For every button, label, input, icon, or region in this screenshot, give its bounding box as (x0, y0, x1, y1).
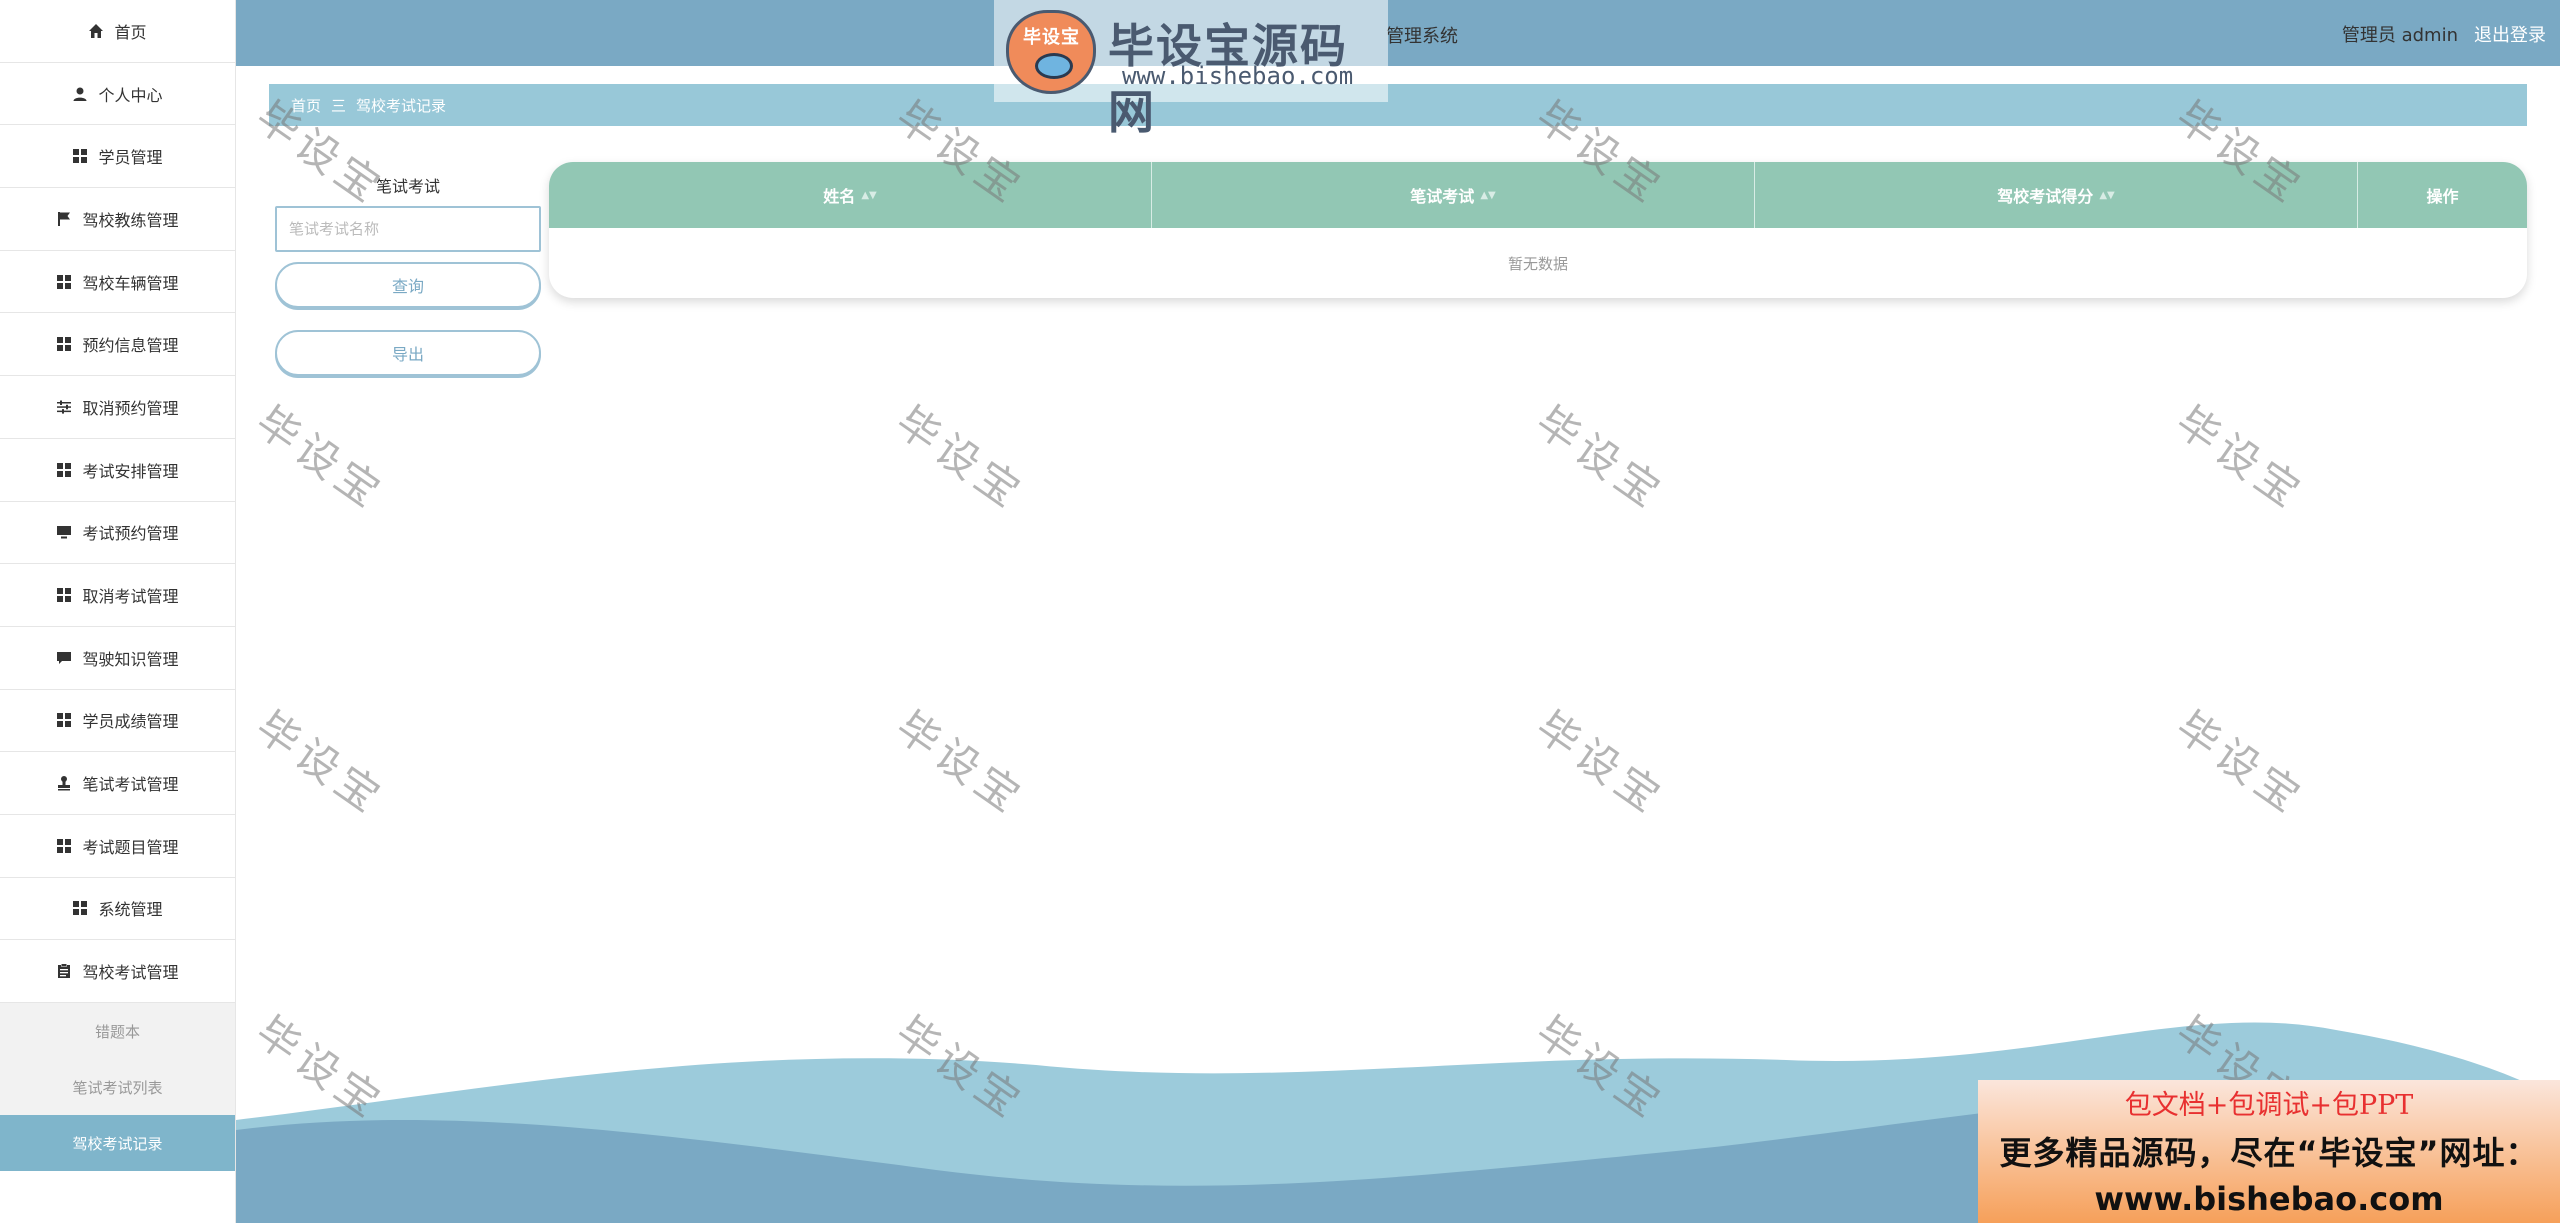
query-button[interactable]: 查询 (275, 262, 541, 308)
sidebar-item-system[interactable]: 系统管理 (0, 878, 235, 941)
column-header-name[interactable]: 姓名 ▲▼ (549, 162, 1152, 228)
sidebar-item-label: 驾驶知识管理 (82, 649, 179, 669)
watermark-text: 毕设宝 (2167, 701, 2314, 825)
sidebar-item-exam-reservations[interactable]: 考试预约管理 (0, 502, 235, 565)
watermark-mascot-icon: 毕设宝 (1006, 10, 1096, 94)
breadcrumb: 首页 三 驾校考试记录 (269, 84, 2527, 126)
watermark-text: 毕设宝 (887, 396, 1034, 520)
breadcrumb-home[interactable]: 首页 (291, 95, 321, 116)
sidebar-item-written-exams[interactable]: 笔试考试管理 (0, 752, 235, 815)
watermark-ring (1035, 53, 1073, 79)
column-header-score[interactable]: 驾校考试得分 ▲▼ (1755, 162, 2358, 228)
column-header-label: 姓名 (823, 187, 856, 206)
grid-icon (56, 274, 72, 290)
sidebar-item-label: 考试题目管理 (82, 837, 179, 857)
watermark-text: 毕设宝 (2167, 396, 2314, 520)
watermark-logo: 毕设宝 毕设宝源码网 www.bishebao.com (994, 0, 1388, 139)
sidebar-item-label: 驾校教练管理 (82, 210, 179, 230)
sidebar-item-label: 系统管理 (98, 900, 163, 920)
column-header-label: 笔试考试 (1410, 187, 1475, 206)
breadcrumb-current: 驾校考试记录 (356, 96, 447, 115)
watermark-text: 毕设宝 (887, 701, 1034, 825)
sidebar-item-cancel-reservations[interactable]: 取消预约管理 (0, 376, 235, 439)
watermark-url: www.bishebao.com (1122, 62, 1354, 90)
sidebar-item-label: 考试预约管理 (82, 524, 179, 544)
search-label: 笔试考试 (376, 177, 441, 196)
submenu-item-written-exam-list[interactable]: 笔试考试列表 (0, 1059, 235, 1115)
export-button[interactable]: 导出 (275, 330, 541, 376)
ad-line-2: 更多精品源码，尽在“毕设宝”网址： (1999, 1134, 2539, 1172)
user-area: 管理员 admin 退出登录 (2342, 21, 2546, 47)
column-header-label: 驾校考试得分 (1997, 187, 2094, 206)
grid-icon (56, 587, 72, 603)
ad-banner[interactable]: 包文档+包调试+包PPT 更多精品源码，尽在“毕设宝”网址： www.bishe… (1978, 1080, 2560, 1223)
sidebar-item-student-scores[interactable]: 学员成绩管理 (0, 690, 235, 753)
grid-icon (72, 900, 88, 916)
table-empty-state: 暂无数据 (1507, 254, 1568, 273)
search-input[interactable] (275, 206, 541, 252)
breadcrumb-separator: 三 (331, 96, 347, 115)
sidebar-item-school-exams[interactable]: 驾校考试管理 (0, 940, 235, 1003)
logout-link[interactable]: 退出登录 (2474, 21, 2546, 47)
sidebar-item-label: 取消预约管理 (82, 398, 179, 418)
sidebar-item-driving-knowledge[interactable]: 驾驶知识管理 (0, 627, 235, 690)
sidebar-item-reservations[interactable]: 预约信息管理 (0, 313, 235, 377)
column-header-actions: 操作 (2358, 162, 2527, 228)
sidebar-item-label: 预约信息管理 (82, 336, 179, 356)
table-header: 姓名 ▲▼ 笔试考试 ▲▼ 驾校考试得分 ▲▼ 操作 (549, 162, 2527, 228)
sort-icon[interactable]: ▲▼ (861, 190, 876, 201)
column-header-label: 操作 (2426, 187, 2459, 206)
records-table: 姓名 ▲▼ 笔试考试 ▲▼ 驾校考试得分 ▲▼ 操作 暂无数据 (549, 162, 2527, 298)
clipboard-icon (56, 963, 72, 979)
sidebar-item-exam-schedule[interactable]: 考试安排管理 (0, 439, 235, 502)
grid-icon (56, 712, 72, 728)
sidebar-item-label: 首页 (114, 22, 147, 42)
sidebar-item-label: 学员管理 (98, 148, 163, 168)
submenu-school-exams: 错题本 笔试考试列表 驾校考试记录 (0, 1003, 235, 1171)
current-user-label: 管理员 admin (2341, 25, 2458, 46)
sidebar-item-exam-questions[interactable]: 考试题目管理 (0, 815, 235, 878)
sidebar: 首页 个人中心 学员管理 驾校教练管理 驾校车辆管理 预约信息管理 取消预约管理… (0, 0, 236, 1223)
top-header: 管理系统 管理员 admin 退出登录 (236, 0, 2560, 66)
monitor-icon (56, 524, 72, 540)
watermark-text: 毕设宝 (247, 701, 394, 825)
ad-line-3: www.bishebao.com (2094, 1180, 2444, 1218)
home-icon (88, 23, 104, 39)
sidebar-item-label: 驾校考试管理 (82, 963, 179, 983)
grid-icon (72, 148, 88, 164)
sort-icon[interactable]: ▲▼ (2099, 190, 2114, 201)
sort-icon[interactable]: ▲▼ (1480, 190, 1495, 201)
flag-icon (56, 211, 72, 227)
sidebar-item-cancel-exams[interactable]: 取消考试管理 (0, 564, 235, 627)
sidebar-item-label: 驾校车辆管理 (82, 273, 179, 293)
submenu-item-wrong-questions[interactable]: 错题本 (0, 1003, 235, 1059)
sidebar-item-profile[interactable]: 个人中心 (0, 63, 235, 126)
user-icon (72, 86, 88, 102)
sidebar-item-label: 笔试考试管理 (82, 775, 179, 795)
sidebar-item-label: 学员成绩管理 (82, 712, 179, 732)
sliders-icon (56, 399, 72, 415)
watermark-text: 毕设宝 (247, 396, 394, 520)
column-header-written-exam[interactable]: 笔试考试 ▲▼ (1152, 162, 1755, 228)
grid-icon (56, 336, 72, 352)
system-title: 管理系统 (1386, 26, 1458, 47)
watermark-text: 毕设宝 (1527, 396, 1674, 520)
grid-icon (56, 462, 72, 478)
grid-icon (56, 838, 72, 854)
sidebar-item-home[interactable]: 首页 (0, 0, 235, 63)
sidebar-item-coaches[interactable]: 驾校教练管理 (0, 188, 235, 251)
sidebar-item-label: 个人中心 (98, 85, 163, 105)
stamp-icon (56, 775, 72, 791)
watermark-text: 毕设宝 (1527, 701, 1674, 825)
watermark-badge: 毕设宝 (1023, 27, 1080, 48)
sidebar-item-label: 取消考试管理 (82, 587, 179, 607)
submenu-item-school-exam-records[interactable]: 驾校考试记录 (0, 1115, 235, 1171)
sidebar-item-vehicles[interactable]: 驾校车辆管理 (0, 251, 235, 314)
chat-icon (56, 650, 72, 666)
sidebar-item-students[interactable]: 学员管理 (0, 125, 235, 189)
ad-line-1: 包文档+包调试+包PPT (2124, 1090, 2414, 1121)
sidebar-item-label: 考试安排管理 (82, 461, 179, 481)
